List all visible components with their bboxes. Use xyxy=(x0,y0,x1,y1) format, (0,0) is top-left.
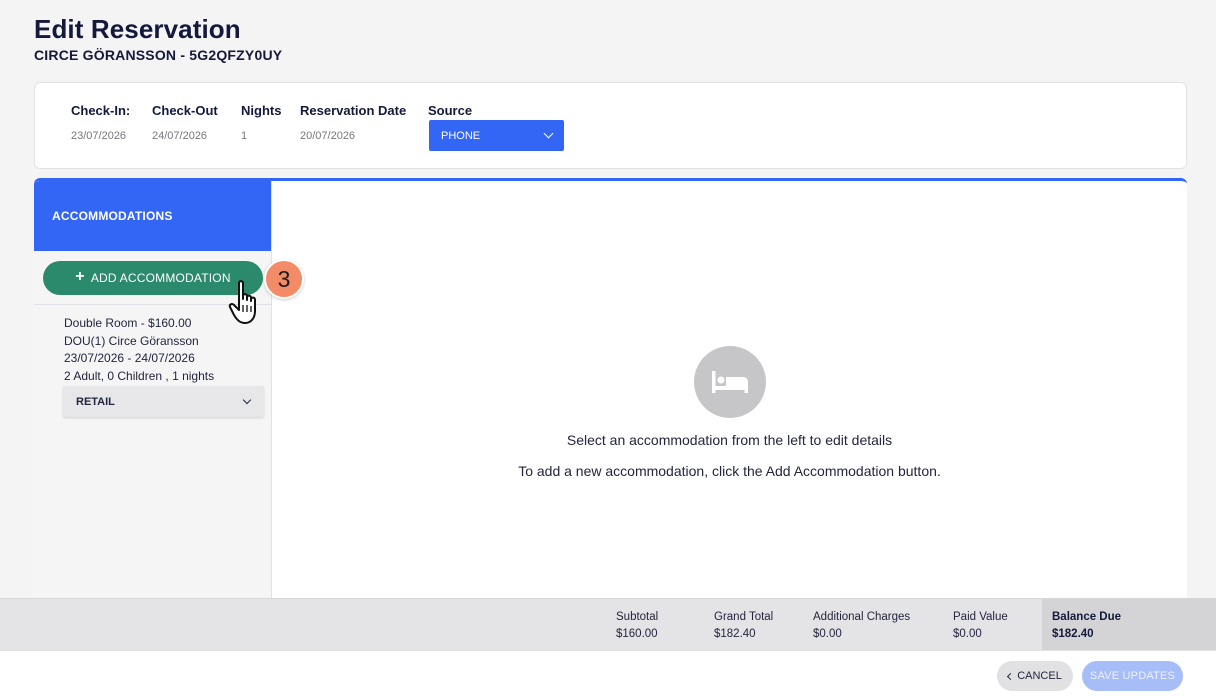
paid-value-label: Paid Value xyxy=(953,611,1008,623)
rate-plan-select[interactable]: RETAIL xyxy=(63,386,264,417)
empty-state-message: Select an accommodation from the left to… xyxy=(566,432,893,448)
check-out-label: Check-Out xyxy=(152,103,218,118)
accommodation-occupancy: 2 Adult, 0 Children , 1 nights xyxy=(64,368,215,383)
accommodation-guest: DOU(1) Circe Göransson xyxy=(64,333,199,348)
accommodation-dates: 23/07/2026 - 24/07/2026 xyxy=(64,351,195,365)
empty-state-hint: To add a new accommodation, click the Ad… xyxy=(518,463,941,479)
check-out-field: Check-Out 24/07/2026 xyxy=(152,103,218,142)
accommodations-sidebar: ACCOMMODATIONS + ADD ACCOMMODATION Doubl… xyxy=(34,181,272,608)
grand-total-label: Grand Total xyxy=(714,611,774,623)
chevron-down-icon xyxy=(543,128,554,139)
additional-charges-label: Additional Charges xyxy=(813,611,911,623)
check-out-value: 24/07/2026 xyxy=(152,130,208,142)
cancel-label: CANCEL xyxy=(1017,670,1062,682)
reservation-date-value: 20/07/2026 xyxy=(300,130,356,142)
grand-total-value: $182.40 xyxy=(714,628,756,640)
bed-icon xyxy=(694,346,766,418)
nights-label: Nights xyxy=(241,103,282,118)
subtotal-value: $160.00 xyxy=(616,628,658,640)
additional-charges-value: $0.00 xyxy=(813,628,842,640)
source-select-value: PHONE xyxy=(441,129,481,142)
paid-value-amount: $0.00 xyxy=(953,628,982,640)
check-in-field: Check-In: 23/07/2026 xyxy=(71,103,130,142)
balance-due-label: Balance Due xyxy=(1052,611,1122,623)
rate-plan-value: RETAIL xyxy=(76,395,115,408)
reservation-info-card: Check-In: 23/07/2026 Check-Out 24/07/202… xyxy=(34,82,1187,169)
grand-total: Grand Total $182.40 xyxy=(714,609,773,643)
check-in-label: Check-In: xyxy=(71,103,131,118)
balance-due: Balance Due $182.40 xyxy=(1042,599,1216,650)
page-title: Edit Reservation xyxy=(34,14,241,44)
save-updates-button[interactable]: SAVE UPDATES xyxy=(1082,661,1183,691)
cancel-button[interactable]: CANCEL xyxy=(997,661,1073,691)
subtotal-label: Subtotal xyxy=(616,611,659,623)
nights-field: Nights 1 xyxy=(241,103,281,142)
totals-bar: Subtotal $160.00 Grand Total $182.40 Add… xyxy=(0,598,1216,650)
chevron-left-icon xyxy=(1007,672,1015,680)
source-label: Source xyxy=(428,103,473,118)
reservation-date-field: Reservation Date 20/07/2026 xyxy=(300,103,406,142)
accommodation-room: Double Room - $160.00 xyxy=(64,316,192,330)
accommodations-panel: ACCOMMODATIONS + ADD ACCOMMODATION Doubl… xyxy=(34,178,1187,608)
reservation-date-label: Reservation Date xyxy=(300,103,407,118)
nights-value: 1 xyxy=(241,130,248,142)
paid-value: Paid Value $0.00 xyxy=(953,609,1008,643)
additional-charges: Additional Charges $0.00 xyxy=(813,609,910,643)
step-badge: 3 xyxy=(264,259,304,299)
source-field: Source xyxy=(428,103,472,118)
plus-icon: + xyxy=(75,268,85,285)
accommodations-header: ACCOMMODATIONS xyxy=(34,181,271,251)
chevron-down-icon xyxy=(242,395,252,404)
subtotal: Subtotal $160.00 xyxy=(616,609,658,643)
accommodation-item[interactable]: Double Room - $160.00 DOU(1) Circe Göran… xyxy=(64,315,214,385)
page-subtitle: CIRCE GÖRANSSON - 5G2QFZY0UY xyxy=(34,47,283,63)
source-select[interactable]: PHONE xyxy=(429,120,564,151)
hand-cursor-icon xyxy=(228,280,256,324)
add-accommodation-label: ADD ACCOMMODATION xyxy=(90,271,231,285)
check-in-value: 23/07/2026 xyxy=(71,130,127,142)
balance-due-value: $182.40 xyxy=(1052,628,1094,640)
